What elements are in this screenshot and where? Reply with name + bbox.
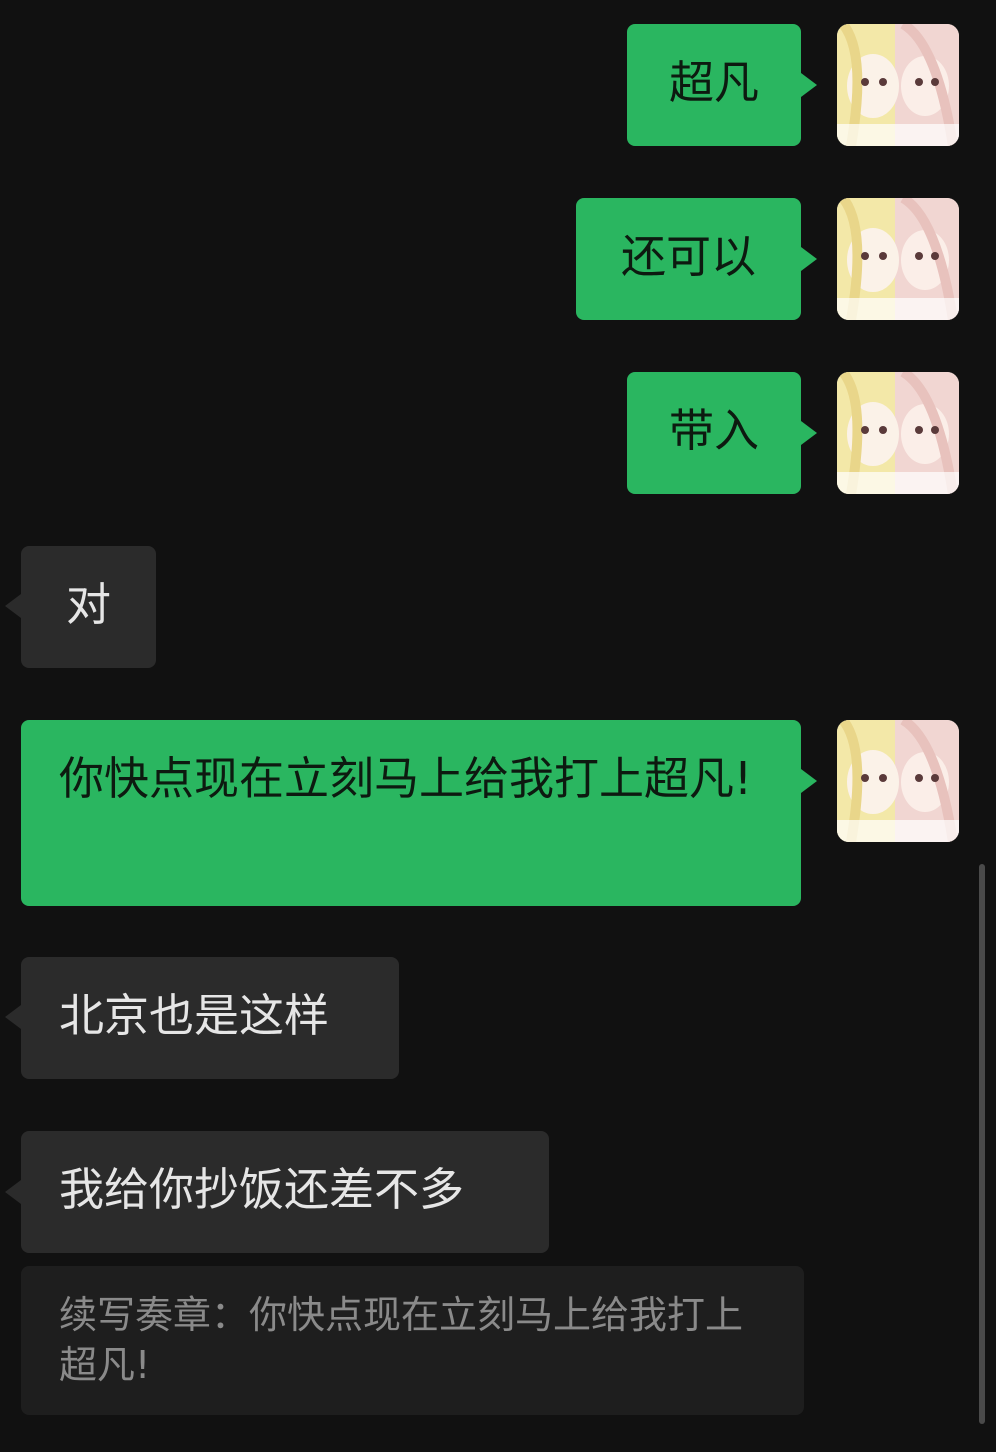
incoming-message-bubble[interactable]: 我给你抄饭还差不多 [21,1131,549,1253]
anime-girls-avatar-icon [837,720,959,842]
anime-girls-avatar-icon [837,198,959,320]
bubble-tail [801,421,817,445]
outgoing-message-bubble[interactable]: 还可以 [576,198,801,320]
message-text: 你快点现在立刻马上给我打上超凡! [59,752,753,805]
user-avatar[interactable] [837,24,959,146]
message-text: 带入 [668,404,759,457]
user-avatar[interactable] [837,198,959,320]
bubble-tail [5,1180,21,1204]
bubble-tail [801,769,817,793]
bubble-tail [5,594,21,618]
quoted-message-text: 续写奏章：你快点现在立刻马上给我打上超凡! [59,1293,744,1387]
outgoing-message-bubble[interactable]: 带入 [627,372,801,494]
user-avatar[interactable] [837,720,959,842]
bubble-tail [801,73,817,97]
outgoing-message-bubble[interactable]: 超凡 [627,24,801,146]
message-text: 还可以 [620,230,756,283]
message-text: 对 [65,578,111,631]
incoming-message-bubble[interactable]: 北京也是这样 [21,957,399,1079]
message-text: 我给你抄饭还差不多 [59,1163,465,1216]
message-text: 超凡 [668,56,759,109]
incoming-message-bubble[interactable]: 对 [21,546,156,668]
bubble-tail [801,247,817,271]
user-avatar[interactable] [837,372,959,494]
outgoing-message-bubble[interactable]: 你快点现在立刻马上给我打上超凡! [21,720,801,906]
scrollbar[interactable] [979,864,985,1424]
anime-girls-avatar-icon [837,372,959,494]
anime-girls-avatar-icon [837,24,959,146]
message-text: 北京也是这样 [59,989,330,1042]
quoted-message[interactable]: 续写奏章：你快点现在立刻马上给我打上超凡! [21,1266,804,1415]
bubble-tail [5,1005,21,1029]
